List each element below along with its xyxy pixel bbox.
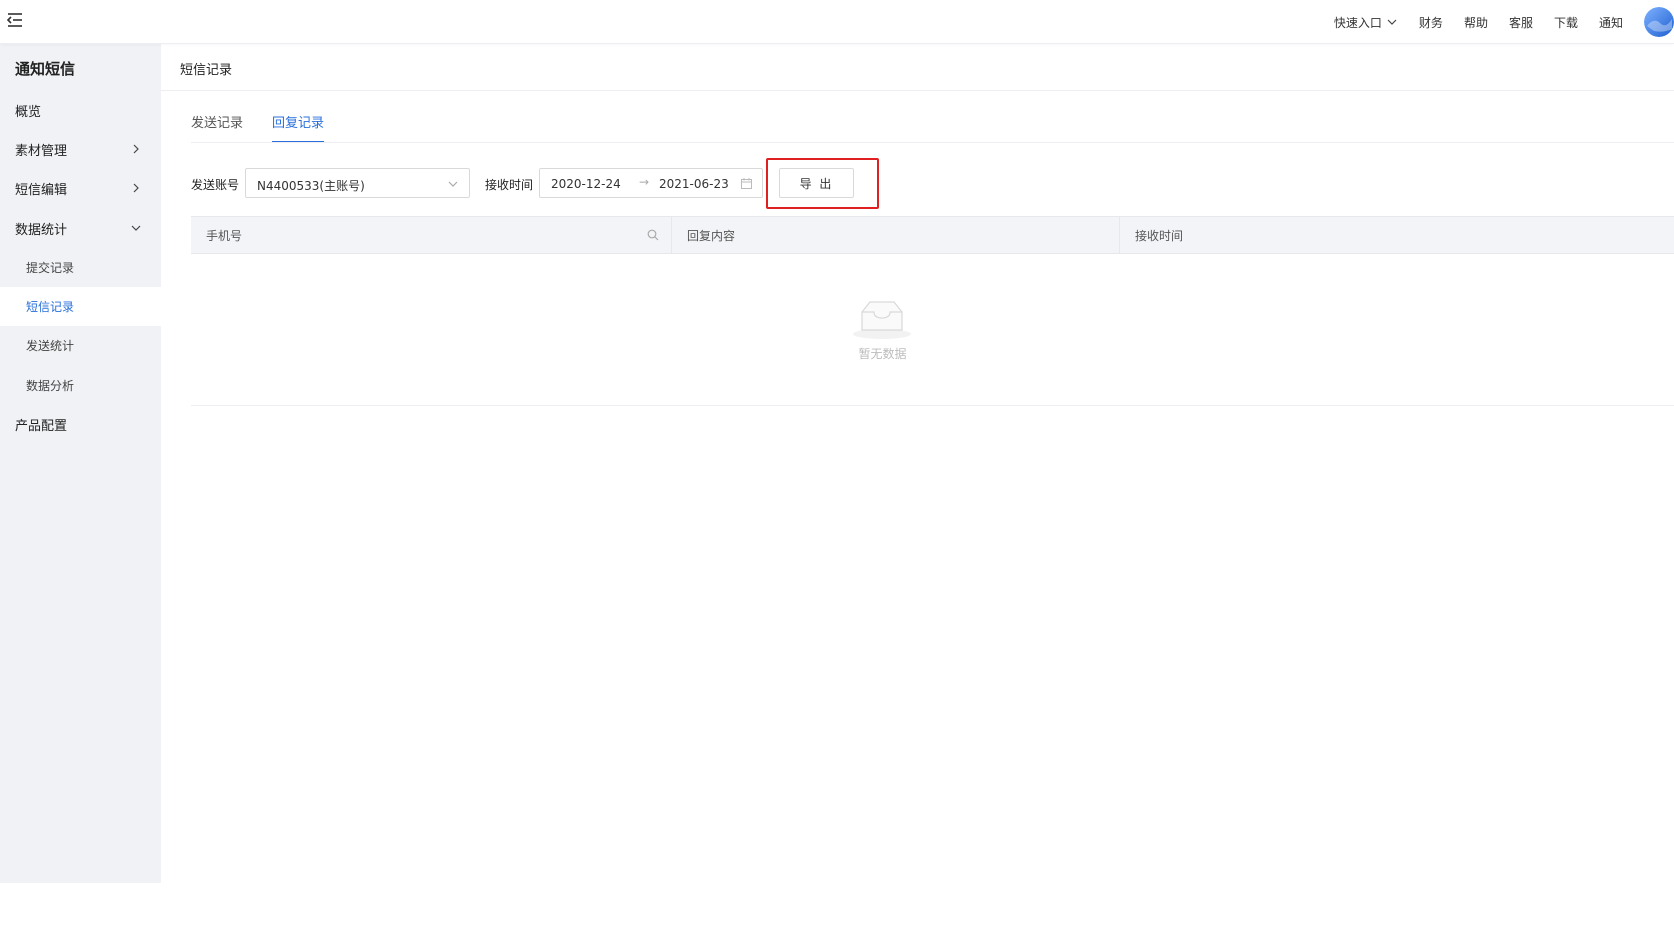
breadcrumb-bar: 短信记录 [161, 44, 1674, 91]
empty-inbox-icon [853, 301, 911, 339]
chevron-right-icon [133, 183, 139, 193]
reply-records-table: 手机号 回复内容 接收时间 暂无数据 [191, 216, 1674, 406]
sidebar-item-statistics[interactable]: 数据统计 [0, 209, 161, 248]
sidebar-item-label: 短信编辑 [15, 183, 68, 198]
avatar-icon [1644, 7, 1674, 37]
avatar[interactable] [1644, 7, 1674, 37]
help-link[interactable]: 帮助 [1464, 14, 1488, 31]
chevron-down-icon [131, 225, 141, 231]
sidebar-item-sms-edit[interactable]: 短信编辑 [0, 169, 161, 208]
date-end-input[interactable]: 2021-06-23 [659, 177, 729, 191]
sidebar-item-overview[interactable]: 概览 [0, 91, 161, 130]
tabs: 发送记录 回复记录 [191, 112, 353, 143]
sidebar-sub-label: 数据分析 [26, 379, 75, 393]
notification-link[interactable]: 通知 [1599, 14, 1623, 31]
chevron-right-icon [133, 144, 139, 154]
sidebar: 通知短信 概览 素材管理 短信编辑 数据统计 提交记录 短信记录 发送统计 数据… [0, 44, 161, 883]
column-header-label: 回复内容 [687, 228, 736, 243]
sidebar-sub-sms-records[interactable]: 短信记录 [0, 287, 161, 326]
column-header-phone: 手机号 [191, 217, 672, 253]
receive-time-label: 接收时间 [485, 178, 534, 192]
sidebar-title: 通知短信 [15, 60, 76, 78]
sidebar-item-label: 产品配置 [15, 419, 68, 434]
export-button[interactable]: 导 出 [779, 168, 854, 198]
sidebar-sub-label: 提交记录 [26, 261, 75, 275]
date-range-arrow: → [639, 175, 650, 189]
date-range-picker[interactable]: 2020-12-24 → 2021-06-23 [539, 168, 763, 198]
download-link[interactable]: 下载 [1554, 14, 1578, 31]
empty-state-text: 暂无数据 [858, 347, 907, 361]
calendar-icon[interactable] [741, 178, 752, 189]
filter-row: 发送账号 N4400533(主账号) 接收时间 2020-12-24 → 202… [191, 158, 1674, 209]
top-links: 快速入口 财务 帮助 客服 下载 通知 [1334, 0, 1674, 44]
customer-service-link[interactable]: 客服 [1509, 14, 1533, 31]
sidebar-sub-label: 发送统计 [26, 339, 75, 353]
sidebar-item-label: 数据统计 [15, 223, 68, 238]
tab-reply-records[interactable]: 回复记录 [272, 112, 325, 143]
sidebar-sub-submit-records[interactable]: 提交记录 [0, 248, 161, 287]
sidebar-sub-label: 短信记录 [26, 300, 75, 314]
sidebar-item-label: 概览 [15, 105, 42, 120]
breadcrumb: 短信记录 [180, 63, 233, 78]
date-start-input[interactable]: 2020-12-24 [551, 177, 621, 191]
quick-entry-label: 快速入口 [1333, 15, 1382, 30]
sidebar-item-materials[interactable]: 素材管理 [0, 130, 161, 169]
column-header-reply-content: 回复内容 [672, 217, 1120, 253]
sidebar-item-label: 素材管理 [15, 144, 68, 159]
search-icon[interactable] [647, 229, 659, 241]
column-header-label: 接收时间 [1135, 228, 1184, 243]
menu-fold-icon[interactable] [6, 11, 24, 29]
main-content: 短信记录 发送记录 回复记录 发送账号 N4400533(主账号) 接收时间 2… [161, 44, 1674, 942]
sidebar-sub-data-analysis[interactable]: 数据分析 [0, 366, 161, 405]
tabs-divider [191, 142, 1674, 143]
sidebar-sub-send-stats[interactable]: 发送统计 [0, 326, 161, 365]
top-bar: 快速入口 财务 帮助 客服 下载 通知 [0, 0, 1674, 44]
sidebar-item-product-config[interactable]: 产品配置 [0, 405, 161, 444]
chevron-down-icon [1387, 19, 1397, 25]
table-body: 暂无数据 [191, 254, 1674, 406]
tab-send-records[interactable]: 发送记录 [191, 112, 243, 143]
finance-link[interactable]: 财务 [1419, 14, 1443, 31]
account-select-value: N4400533(主账号) [257, 179, 365, 193]
quick-entry-menu[interactable]: 快速入口 [1334, 14, 1397, 31]
account-select[interactable]: N4400533(主账号) [245, 168, 470, 198]
column-header-receive-time: 接收时间 [1120, 217, 1674, 253]
chevron-down-icon [448, 181, 458, 187]
column-header-label: 手机号 [206, 228, 243, 243]
table-header: 手机号 回复内容 接收时间 [191, 216, 1674, 254]
account-label: 发送账号 [191, 178, 240, 192]
